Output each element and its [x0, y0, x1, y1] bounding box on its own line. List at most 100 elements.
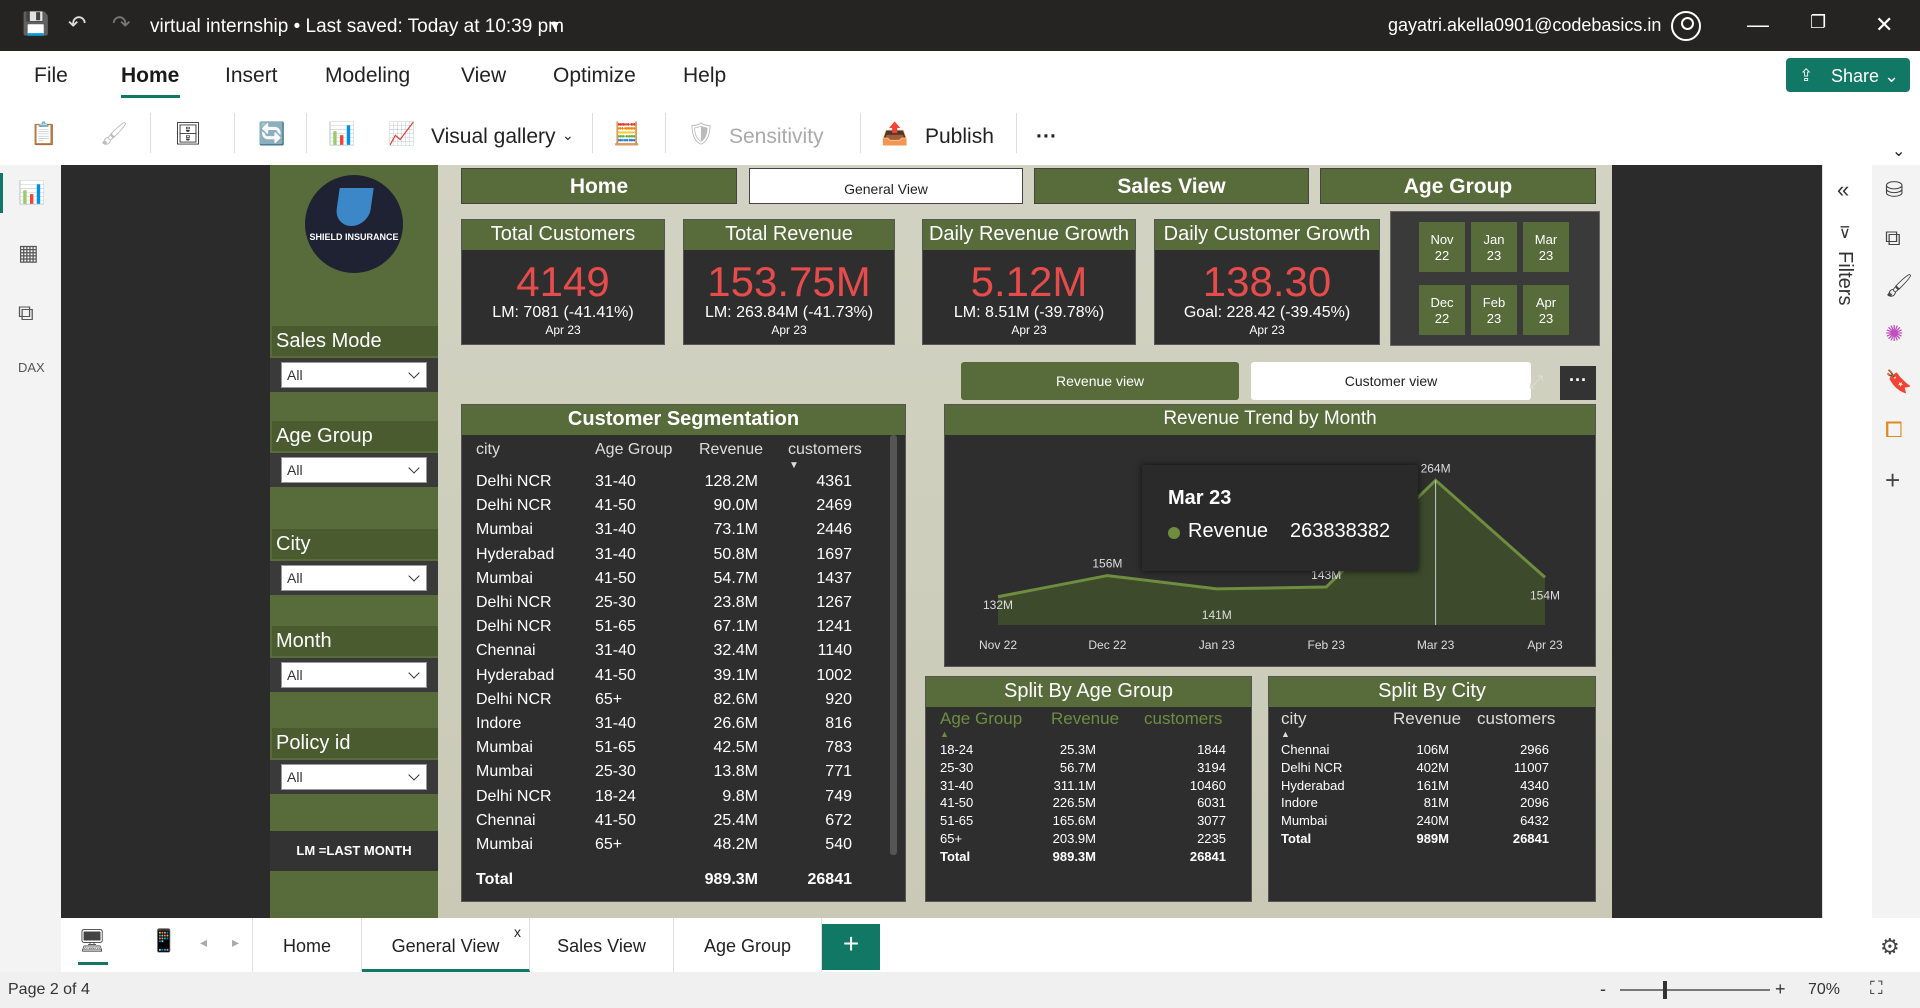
- avatar[interactable]: [1671, 11, 1701, 41]
- table-row[interactable]: Mumbai 51-65 42.5M 783: [462, 739, 892, 761]
- visual-gallery-button[interactable]: Visual gallery: [431, 125, 556, 149]
- chevron-down-icon[interactable]: ⌄: [562, 127, 574, 144]
- desktop-layout-icon[interactable]: 🖥: [78, 928, 106, 954]
- sensitivity-icon[interactable]: 🛡: [687, 121, 715, 147]
- table-view-icon[interactable]: ▦: [18, 240, 39, 266]
- zoom-level[interactable]: 70%: [1808, 981, 1840, 999]
- mobile-layout-icon[interactable]: 📱: [150, 928, 177, 954]
- filters-pane-collapsed[interactable]: « ⊽ Filters: [1822, 165, 1872, 918]
- redo-icon[interactable]: ↷: [112, 11, 130, 37]
- nav-general-view-button[interactable]: General View: [749, 168, 1023, 204]
- month-button[interactable]: Mar 23: [1523, 222, 1569, 272]
- menu-file[interactable]: File: [34, 64, 68, 88]
- format-painter-icon[interactable]: 🖌: [100, 121, 128, 147]
- column-header-customers[interactable]: customers: [1144, 709, 1222, 729]
- data-pane-icon[interactable]: ⛁: [1885, 177, 1903, 203]
- table-row[interactable]: Delhi NCR 31-40 128.2M 4361: [462, 473, 892, 495]
- paste-icon[interactable]: 📋: [30, 121, 57, 147]
- total-row[interactable]: Total 989M 26841: [1269, 831, 1595, 848]
- menu-insert[interactable]: Insert: [225, 64, 278, 88]
- column-header-city[interactable]: city: [476, 441, 500, 459]
- save-icon[interactable]: 💾: [22, 11, 49, 37]
- new-visual-icon[interactable]: 📊: [328, 121, 355, 147]
- table-row[interactable]: Hyderabad 161M 4340: [1269, 778, 1595, 795]
- format-visual-icon[interactable]: 🖌: [1885, 273, 1913, 299]
- publish-button[interactable]: Publish: [925, 125, 994, 149]
- filters-label[interactable]: Filters: [1833, 251, 1856, 305]
- menu-modeling[interactable]: Modeling: [325, 64, 410, 88]
- column-header-age-group[interactable]: Age Group: [940, 709, 1022, 729]
- prev-page-icon[interactable]: ◂: [200, 934, 207, 951]
- table-row[interactable]: Delhi NCR 41-50 90.0M 2469: [462, 497, 892, 519]
- month-dropdown[interactable]: All: [281, 662, 427, 688]
- total-row[interactable]: Total 989.3M 26841: [926, 849, 1251, 866]
- table-row[interactable]: Delhi NCR 25-30 23.8M 1267: [462, 594, 892, 616]
- tab-age-group[interactable]: Age Group: [674, 918, 822, 972]
- refresh-icon[interactable]: 🔄: [258, 121, 285, 147]
- menu-optimize[interactable]: Optimize: [553, 64, 636, 88]
- expand-pane-icon[interactable]: «: [1837, 177, 1849, 203]
- column-header-age-group[interactable]: Age Group: [595, 441, 672, 459]
- revenue-view-button[interactable]: Revenue view: [961, 362, 1239, 400]
- column-header-revenue[interactable]: Revenue: [699, 441, 763, 459]
- table-row[interactable]: Chennai 41-50 25.4M 672: [462, 812, 892, 834]
- minimize-icon[interactable]: —: [1747, 12, 1769, 38]
- dax-query-icon[interactable]: DAX: [18, 360, 45, 375]
- table-row[interactable]: Delhi NCR 18-24 9.8M 749: [462, 788, 892, 810]
- table-row[interactable]: Hyderabad 41-50 39.1M 1002: [462, 667, 892, 689]
- policy-id-dropdown[interactable]: All: [281, 764, 427, 790]
- table-row[interactable]: Mumbai 25-30 13.8M 771: [462, 763, 892, 785]
- table-row[interactable]: 18-24 25.3M 1844: [926, 742, 1251, 759]
- publish-icon[interactable]: 📤: [881, 121, 908, 147]
- nav-home-button[interactable]: Home: [461, 168, 737, 204]
- selection-pane-icon[interactable]: ⧠: [1885, 417, 1903, 443]
- table-row[interactable]: Chennai 31-40 32.4M 1140: [462, 642, 892, 664]
- build-visual-icon[interactable]: ⧉: [1885, 225, 1901, 251]
- tab-general-view[interactable]: General View: [362, 918, 530, 972]
- menu-help[interactable]: Help: [683, 64, 726, 88]
- tab-sales-view[interactable]: Sales View: [530, 918, 674, 972]
- more-options-icon[interactable]: ···: [1036, 125, 1057, 149]
- city-dropdown[interactable]: All: [281, 565, 427, 591]
- column-header-city[interactable]: city: [1281, 709, 1307, 729]
- column-header-revenue[interactable]: Revenue: [1393, 709, 1461, 729]
- table-row[interactable]: Mumbai 240M 6432: [1269, 813, 1595, 830]
- table-row[interactable]: Mumbai 31-40 73.1M 2446: [462, 521, 892, 543]
- nav-age-group-button[interactable]: Age Group: [1320, 168, 1596, 204]
- add-page-button[interactable]: +: [822, 924, 880, 970]
- month-button[interactable]: Nov 22: [1419, 222, 1465, 272]
- zoom-out-button[interactable]: -: [1600, 979, 1606, 1000]
- table-row[interactable]: 51-65 165.6M 3077: [926, 813, 1251, 830]
- focus-mode-icon[interactable]: ⤢: [1529, 372, 1543, 393]
- report-view-icon[interactable]: 📊: [18, 180, 45, 206]
- close-tab-icon[interactable]: x: [514, 924, 521, 940]
- settings-icon[interactable]: ⚙: [1880, 934, 1900, 960]
- menu-home[interactable]: Home: [121, 64, 179, 88]
- table-row[interactable]: Hyderabad 31-40 50.8M 1697: [462, 546, 892, 568]
- table-row[interactable]: Indore 31-40 26.6M 816: [462, 715, 892, 737]
- menu-view[interactable]: View: [461, 64, 506, 88]
- zoom-in-button[interactable]: +: [1775, 979, 1786, 1000]
- sales-mode-dropdown[interactable]: All: [281, 362, 427, 388]
- month-button[interactable]: Dec 22: [1419, 285, 1465, 335]
- more-options-icon[interactable]: ···: [1560, 366, 1596, 400]
- column-header-revenue[interactable]: Revenue: [1051, 709, 1119, 729]
- customer-view-button[interactable]: Customer view: [1251, 362, 1531, 400]
- undo-icon[interactable]: ↶: [68, 11, 86, 37]
- sensitivity-button[interactable]: Sensitivity: [729, 125, 824, 149]
- copilot-icon[interactable]: ✺: [1885, 321, 1903, 347]
- next-page-icon[interactable]: ▸: [232, 934, 239, 951]
- column-header-customers[interactable]: customers: [788, 441, 862, 459]
- month-button[interactable]: Jan 23: [1471, 222, 1517, 272]
- window-title[interactable]: virtual internship • Last saved: Today a…: [150, 16, 564, 38]
- bookmark-icon[interactable]: 🔖: [1885, 369, 1912, 395]
- table-row[interactable]: 41-50 226.5M 6031: [926, 795, 1251, 812]
- table-row[interactable]: 65+ 203.9M 2235: [926, 831, 1251, 848]
- age-group-dropdown[interactable]: All: [281, 457, 427, 483]
- table-row[interactable]: Delhi NCR 402M 11007: [1269, 760, 1595, 777]
- restore-icon[interactable]: ❐: [1810, 12, 1826, 33]
- get-data-icon[interactable]: 🗄: [174, 121, 202, 147]
- add-pane-icon[interactable]: +: [1885, 465, 1900, 496]
- close-icon[interactable]: ✕: [1875, 12, 1893, 38]
- table-row[interactable]: Mumbai 65+ 48.2M 540: [462, 836, 892, 858]
